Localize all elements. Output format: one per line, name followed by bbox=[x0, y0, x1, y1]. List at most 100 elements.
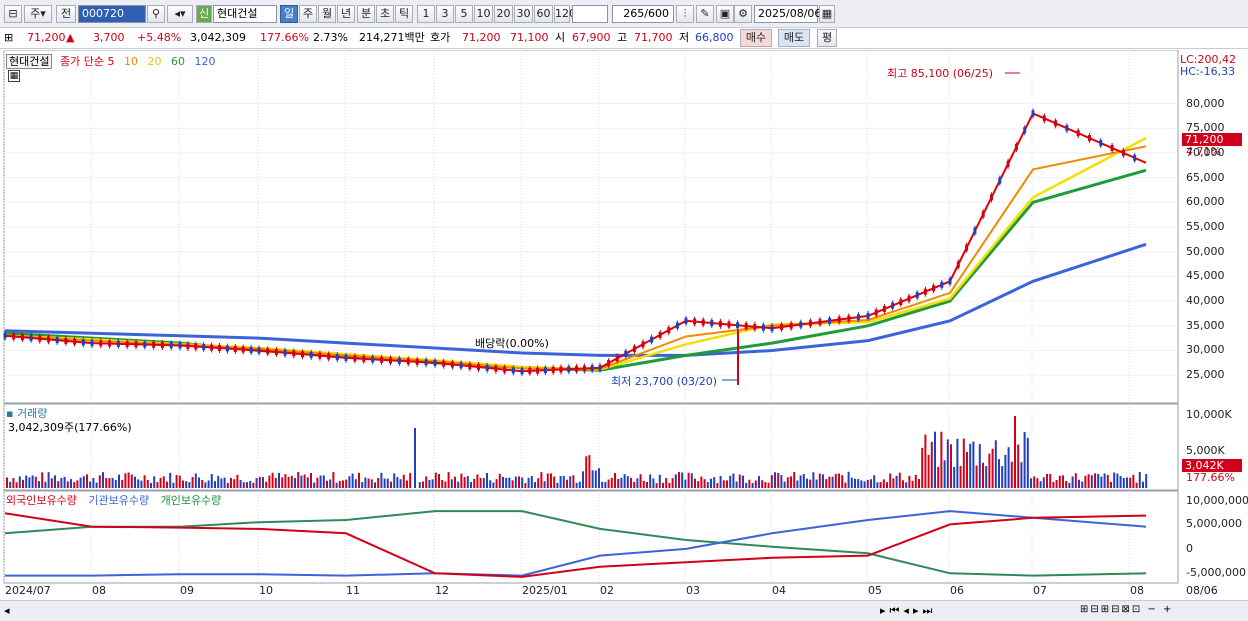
volume-bar bbox=[815, 479, 818, 488]
table-icon[interactable]: ▦ bbox=[8, 70, 20, 82]
interval-60-button[interactable]: 60 bbox=[534, 5, 553, 23]
period-sec-button[interactable]: 초 bbox=[376, 5, 394, 23]
interval-120-button[interactable]: 120 bbox=[554, 5, 576, 23]
code-input[interactable]: 000720 bbox=[78, 5, 146, 23]
vol-tick-10000k: 10,000K bbox=[1186, 408, 1232, 421]
period-week-button[interactable]: 주 bbox=[299, 5, 317, 23]
candle-body bbox=[233, 346, 237, 353]
vol-tick-5000k: 5,000K bbox=[1186, 444, 1225, 457]
volume-bar bbox=[431, 479, 434, 488]
volume-bar bbox=[249, 480, 252, 488]
volume-bar bbox=[796, 480, 799, 488]
volume-bar bbox=[230, 477, 232, 488]
interval-30-button[interactable]: 30 bbox=[514, 5, 533, 23]
candle-body bbox=[202, 344, 206, 351]
volume-bar bbox=[886, 482, 888, 488]
volume-bar bbox=[1026, 437, 1029, 488]
volume-bar bbox=[809, 479, 812, 488]
volume-bar bbox=[674, 474, 677, 488]
volume-bar bbox=[342, 480, 344, 488]
speaker-icon[interactable]: ◂▾ bbox=[167, 5, 193, 23]
count-field[interactable]: 265/600 bbox=[612, 5, 674, 23]
volume-bar bbox=[34, 476, 37, 488]
volume-bar bbox=[41, 472, 44, 488]
volume-bar bbox=[953, 466, 956, 488]
volume-bar bbox=[60, 478, 63, 488]
volume-bar bbox=[1007, 447, 1010, 488]
avg-button[interactable]: 평 bbox=[817, 29, 837, 47]
volume-bar bbox=[351, 473, 354, 488]
foreign-legend: 외국인보유수량 bbox=[6, 494, 77, 507]
date-field[interactable]: 2025/08/06 bbox=[754, 5, 821, 23]
volume-bar bbox=[31, 475, 34, 488]
interval-5-button[interactable]: 5 bbox=[455, 5, 473, 23]
expand-icon[interactable]: ⊞ bbox=[4, 31, 13, 45]
save-icon[interactable]: ▣ bbox=[716, 5, 734, 23]
prev-button[interactable]: 전 bbox=[56, 5, 76, 23]
period-tick-button[interactable]: 틱 bbox=[395, 5, 413, 23]
volume-bar bbox=[706, 482, 709, 488]
candle-body bbox=[615, 355, 619, 362]
volume-bar bbox=[918, 479, 920, 488]
volume-bar bbox=[598, 468, 600, 488]
volume-bar bbox=[546, 473, 549, 488]
high-label: 고 bbox=[617, 31, 628, 44]
buy-button[interactable]: 매수 bbox=[740, 29, 772, 47]
open-label: 시 bbox=[555, 31, 566, 44]
interval-custom-field[interactable] bbox=[572, 5, 608, 23]
interval-3-button[interactable]: 3 bbox=[436, 5, 454, 23]
volume-bar bbox=[841, 475, 844, 488]
horizontal-scrollbar[interactable]: ◂ ▸⏮◂▸⏭ ⊞⊟⊞⊟⊠⊡ − + bbox=[0, 600, 1248, 621]
volume-bar bbox=[1004, 454, 1007, 488]
period-min-button[interactable]: 분 bbox=[357, 5, 375, 23]
calendar-icon[interactable]: ▦ bbox=[819, 5, 835, 23]
volume-bar bbox=[217, 475, 220, 488]
gear-icon[interactable]: ⚙ bbox=[734, 5, 752, 23]
stock-name-field[interactable]: 현대건설 bbox=[213, 5, 277, 23]
volume-bar bbox=[994, 440, 997, 488]
volume-bar bbox=[895, 475, 898, 488]
interval-1-button[interactable]: 1 bbox=[417, 5, 435, 23]
period-day-button[interactable]: 일 bbox=[280, 5, 298, 23]
volume-bar bbox=[1126, 477, 1128, 488]
playback-controls[interactable]: ▸⏮◂▸⏭ bbox=[880, 604, 936, 618]
candle-body bbox=[178, 342, 182, 349]
chart-area[interactable] bbox=[0, 50, 1248, 600]
candle-body bbox=[301, 351, 304, 358]
window-icon[interactable]: ⊟ bbox=[4, 5, 22, 23]
scroll-left-icon[interactable]: ◂ bbox=[4, 604, 10, 617]
volume-bar bbox=[502, 476, 504, 488]
volume-bar bbox=[998, 459, 1000, 488]
stock-legend[interactable]: 현대건설 bbox=[6, 54, 53, 69]
period-year-button[interactable]: 년 bbox=[337, 5, 355, 23]
volume-bar bbox=[82, 476, 85, 488]
volume-bar bbox=[207, 480, 210, 488]
search-icon[interactable]: ⚲ bbox=[147, 5, 165, 23]
volume-bar bbox=[1103, 473, 1106, 488]
volume-bar bbox=[703, 479, 706, 488]
market-select[interactable]: 주▾ bbox=[24, 5, 52, 23]
volume-bar bbox=[425, 476, 428, 488]
sell-button[interactable]: 매도 bbox=[778, 29, 810, 47]
indicator-icon[interactable]: ⫶ bbox=[676, 5, 694, 23]
volume-bar bbox=[1100, 476, 1103, 488]
interval-20-button[interactable]: 20 bbox=[494, 5, 513, 23]
zoom-controls[interactable]: ⊞⊟⊞⊟⊠⊡ − + bbox=[1080, 604, 1173, 615]
volume-bar bbox=[716, 483, 719, 488]
interval-10-button[interactable]: 10 bbox=[474, 5, 493, 23]
volume-bar bbox=[1074, 473, 1077, 488]
volume-bar bbox=[284, 474, 287, 488]
price-tick-label: 55,000 bbox=[1186, 220, 1225, 233]
volume-bar bbox=[185, 481, 188, 488]
period-month-button[interactable]: 월 bbox=[318, 5, 336, 23]
ask-label: 호가 bbox=[430, 31, 451, 44]
candle-body bbox=[424, 359, 428, 366]
indiv-legend: 개인보유수량 bbox=[160, 494, 222, 507]
up-arrow-icon: ▲ bbox=[66, 31, 75, 44]
ma-10-label: 10 bbox=[123, 55, 138, 68]
tools-icon[interactable]: ✎ bbox=[696, 5, 714, 23]
volume-bar bbox=[975, 465, 978, 488]
volume-bar bbox=[374, 482, 376, 488]
volume-bar bbox=[879, 482, 882, 488]
volume-bar bbox=[329, 479, 332, 488]
